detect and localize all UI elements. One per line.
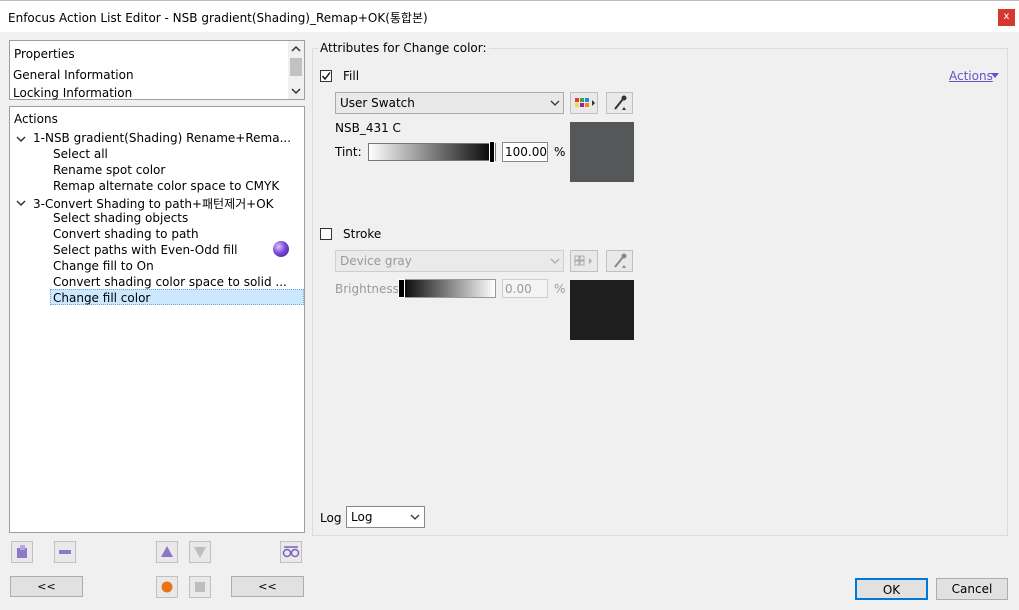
fill-checkbox[interactable] — [320, 70, 332, 82]
stroke-eyedropper-button[interactable] — [606, 250, 633, 272]
fill-tint-slider-handle[interactable] — [489, 141, 495, 163]
action-group-1[interactable]: 1-NSB gradient(Shading) Rename+Rema... — [33, 131, 291, 145]
fill-color-mode-select[interactable]: User Swatch — [335, 92, 564, 114]
move-up-button[interactable] — [156, 541, 178, 563]
inspect-button[interactable] — [280, 541, 302, 563]
properties-panel: Properties General Information Locking I… — [9, 40, 305, 100]
record-button[interactable] — [156, 576, 178, 598]
chevron-down-icon[interactable] — [16, 134, 26, 144]
minus-icon — [59, 550, 71, 554]
action-item-selected[interactable]: Change fill color — [53, 291, 150, 305]
stroke-brightness-label: Brightness — [335, 282, 399, 296]
close-button[interactable]: x — [998, 9, 1015, 26]
fill-tint-slider[interactable] — [368, 143, 496, 161]
stroke-brightness-value: 0.00 — [505, 282, 532, 296]
properties-item-locking[interactable]: Locking Information — [13, 86, 132, 100]
eyedropper-icon — [614, 253, 627, 268]
color-grid-icon — [574, 255, 592, 266]
attributes-title: Attributes for Change color: — [318, 41, 489, 55]
fill-swatch-picker-button[interactable] — [570, 92, 598, 114]
fill-tint-input[interactable]: 100.00 — [502, 142, 548, 162]
action-item[interactable]: Convert shading to path — [53, 227, 199, 241]
triangle-down-icon — [194, 547, 206, 558]
move-down-button[interactable] — [189, 541, 211, 563]
action-group-3[interactable]: 3-Convert Shading to path+패턴제거+OK — [33, 195, 274, 212]
status-orb-icon — [273, 241, 289, 257]
chevron-down-icon — [550, 258, 560, 264]
triangle-up-icon — [161, 546, 173, 557]
stroke-color-preview — [570, 280, 634, 340]
fill-color-preview — [570, 122, 634, 182]
caret-down-icon[interactable] — [990, 72, 1000, 80]
properties-scrollbar[interactable] — [288, 41, 304, 99]
stroke-checkbox[interactable] — [320, 228, 332, 240]
fill-label: Fill — [343, 69, 360, 83]
fill-swatch-name: NSB_431 C — [335, 121, 401, 135]
stroke-label: Stroke — [343, 227, 382, 241]
stroke-color-mode-value: Device gray — [340, 254, 412, 268]
action-item[interactable]: Rename spot color — [53, 163, 165, 177]
cancel-button[interactable]: Cancel — [936, 578, 1008, 600]
fill-tint-label: Tint: — [335, 145, 362, 159]
fill-color-mode-value: User Swatch — [340, 96, 415, 110]
actions-panel: Actions 1-NSB gradient(Shading) Rename+R… — [9, 106, 305, 533]
checkmark-icon — [321, 72, 331, 81]
properties-header: Properties — [14, 47, 75, 61]
stop-icon — [195, 582, 205, 592]
fill-tint-value: 100.00 — [505, 145, 547, 159]
actions-header: Actions — [14, 112, 58, 126]
title-bar: Enfocus Action List Editor - NSB gradien… — [0, 0, 1019, 32]
scroll-up-icon[interactable] — [288, 43, 304, 55]
actions-menu-link[interactable]: Actions — [949, 69, 993, 83]
action-item[interactable]: Select all — [53, 147, 108, 161]
glasses-icon — [282, 546, 300, 558]
color-grid-icon — [575, 98, 595, 107]
ok-button[interactable]: OK — [855, 578, 928, 600]
scroll-down-icon[interactable] — [288, 85, 304, 97]
fill-eyedropper-button[interactable] — [606, 92, 633, 114]
chevron-down-icon — [410, 514, 420, 520]
properties-item-general[interactable]: General Information — [13, 68, 134, 82]
eyedropper-icon — [614, 95, 627, 110]
stroke-swatch-picker-button[interactable] — [570, 250, 598, 272]
log-select[interactable]: Log — [346, 506, 425, 528]
scroll-thumb[interactable] — [290, 58, 302, 76]
action-item[interactable]: Select shading objects — [53, 211, 188, 225]
action-item[interactable]: Convert shading color space to solid ... — [53, 275, 287, 289]
fill-tint-percent: % — [554, 145, 566, 159]
stroke-brightness-slider[interactable] — [399, 279, 496, 298]
stroke-color-mode-select[interactable]: Device gray — [335, 250, 564, 272]
action-item[interactable]: Remap alternate color space to CMYK — [53, 179, 279, 193]
stroke-brightness-input[interactable]: 0.00 — [502, 279, 548, 298]
collapse-right-button[interactable]: << — [231, 576, 304, 597]
log-select-value: Log — [351, 510, 373, 524]
add-action-button[interactable] — [11, 541, 33, 563]
collapse-left-button[interactable]: << — [10, 576, 83, 597]
stroke-brightness-percent: % — [554, 282, 566, 296]
remove-action-button[interactable] — [54, 541, 76, 563]
chevron-down-icon[interactable] — [16, 198, 26, 208]
add-icon — [17, 545, 27, 558]
record-icon — [161, 581, 173, 593]
action-item[interactable]: Change fill to On — [53, 259, 154, 273]
log-label: Log — [320, 511, 342, 525]
stop-button[interactable] — [189, 576, 211, 598]
window-title: Enfocus Action List Editor - NSB gradien… — [8, 11, 428, 25]
chevron-down-icon — [550, 100, 560, 106]
action-item[interactable]: Select paths with Even-Odd fill — [53, 243, 238, 257]
stroke-brightness-slider-handle[interactable] — [398, 279, 405, 298]
